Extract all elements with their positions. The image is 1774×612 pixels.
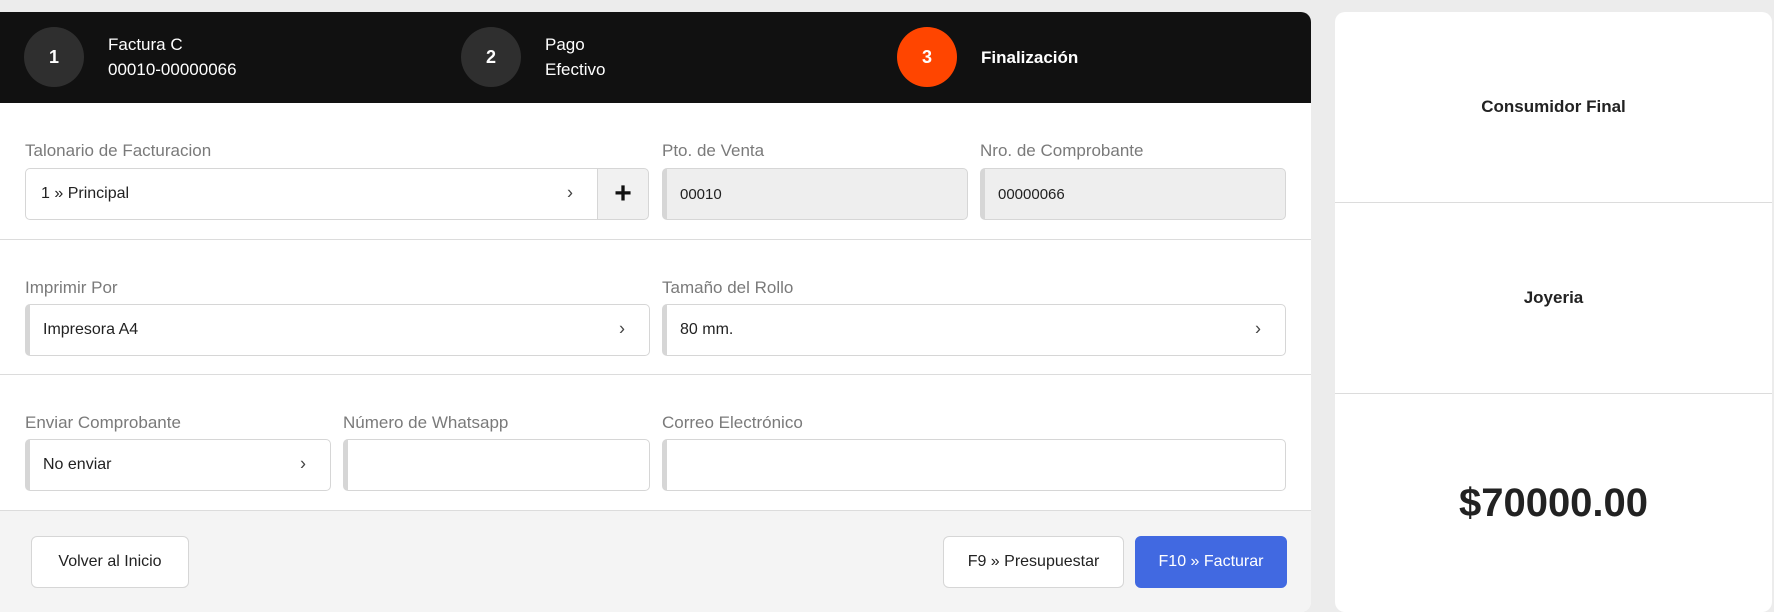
- whatsapp-input[interactable]: [343, 439, 650, 491]
- nro-comprobante-field: 00000066: [980, 168, 1286, 220]
- pto-venta-field: 00010: [662, 168, 968, 220]
- section-impresion: Imprimir Por Impresora A4 › Tamaño del R…: [0, 240, 1311, 375]
- enviar-value: No enviar: [43, 456, 112, 473]
- step-1: 1 Factura C 00010-00000066: [24, 26, 237, 88]
- step-3-title: Finalización: [981, 47, 1079, 67]
- back-button[interactable]: Volver al Inicio: [31, 536, 189, 588]
- invoice-panel: 1 Factura C 00010-00000066 2 Pago Efecti…: [0, 12, 1311, 612]
- total-amount: $70000.00: [1458, 480, 1649, 525]
- imprimir-por-select[interactable]: Impresora A4 ›: [25, 304, 650, 356]
- correo-label: Correo Electrónico: [662, 413, 803, 432]
- pto-venta-label: Pto. de Venta: [662, 141, 765, 160]
- talonario-value: 1 » Principal: [41, 185, 130, 202]
- facturar-button[interactable]: F10 » Facturar: [1135, 536, 1287, 588]
- step-3: 3 Finalización: [897, 26, 1078, 88]
- chevron-right-icon: ›: [619, 318, 625, 339]
- tamano-rollo-select[interactable]: 80 mm. ›: [662, 304, 1286, 356]
- whatsapp-label: Número de Whatsapp: [343, 413, 509, 432]
- step-1-subtitle: 00010-00000066: [108, 60, 237, 79]
- enviar-select[interactable]: No enviar ›: [25, 439, 331, 491]
- nro-comprobante-value: 00000066: [998, 185, 1065, 203]
- section-numeracion: Talonario de Facturacion 1 » Principal ›…: [0, 103, 1311, 240]
- talonario-label: Talonario de Facturacion: [25, 141, 212, 160]
- imprimir-por-value: Impresora A4: [43, 321, 139, 338]
- enviar-label: Enviar Comprobante: [25, 413, 181, 432]
- section-envio: Enviar Comprobante No enviar › Número de…: [0, 375, 1311, 511]
- chevron-right-icon: ›: [1255, 318, 1261, 339]
- step-2-subtitle: Efectivo: [545, 60, 606, 79]
- imprimir-por-label: Imprimir Por: [25, 278, 118, 297]
- add-talonario-button[interactable]: +: [597, 168, 649, 220]
- talonario-select[interactable]: 1 » Principal ›: [25, 168, 598, 220]
- step-3-number: 3: [897, 27, 957, 87]
- presupuestar-button[interactable]: F9 » Presupuestar: [943, 536, 1124, 588]
- stepper: 1 Factura C 00010-00000066 2 Pago Efecti…: [0, 12, 1311, 103]
- nro-comprobante-label: Nro. de Comprobante: [980, 141, 1144, 160]
- step-1-title: Factura C: [108, 35, 183, 54]
- chevron-right-icon: ›: [567, 182, 573, 203]
- step-2: 2 Pago Efectivo: [461, 26, 605, 88]
- chevron-right-icon: ›: [300, 453, 306, 474]
- action-bar: Volver al Inicio F9 » Presupuestar F10 »…: [0, 511, 1311, 612]
- category-name: Joyeria: [1335, 203, 1772, 394]
- step-2-number: 2: [461, 27, 521, 87]
- pto-venta-value: 00010: [680, 185, 722, 203]
- tamano-rollo-value: 80 mm.: [680, 321, 734, 338]
- summary-panel: Consumidor Final Joyeria $70000.00: [1335, 12, 1772, 612]
- correo-input[interactable]: [662, 439, 1286, 491]
- step-2-title: Pago: [545, 35, 585, 54]
- step-1-number: 1: [24, 27, 84, 87]
- tamano-rollo-label: Tamaño del Rollo: [662, 278, 794, 297]
- customer-name: Consumidor Final: [1335, 12, 1772, 203]
